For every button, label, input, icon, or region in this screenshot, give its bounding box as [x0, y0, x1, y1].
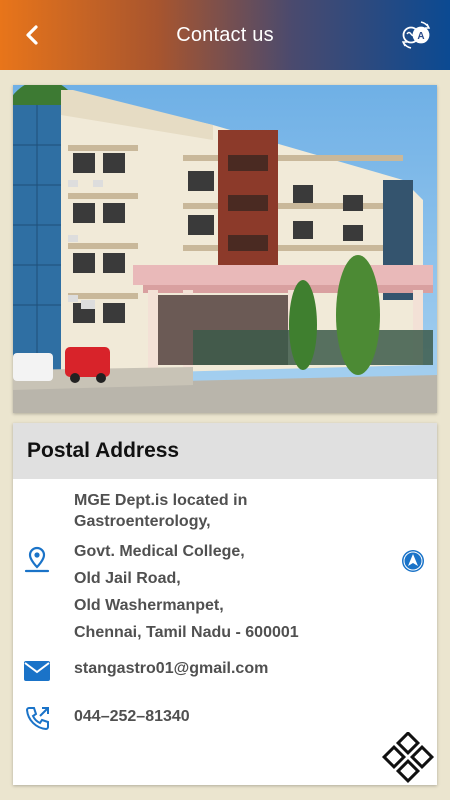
navigation-arrow-icon — [402, 550, 424, 572]
page-title: Contact us — [176, 23, 274, 46]
chevron-left-icon — [26, 25, 38, 45]
language-translate-icon: A — [401, 21, 431, 49]
location-pin-icon — [23, 545, 51, 573]
email-row[interactable]: stangastro01@gmail.com — [13, 655, 437, 687]
app-bar: Contact us A — [0, 0, 450, 70]
diamond-grid-menu-icon — [381, 730, 435, 784]
phone-row[interactable]: 044–252–81340 — [13, 703, 437, 735]
phone-text: 044–252–81340 — [74, 708, 190, 725]
address-line: Gastroenterology, — [74, 513, 211, 530]
email-icon — [23, 657, 51, 685]
address-line: Govt. Medical College, — [74, 543, 245, 560]
back-button[interactable] — [18, 20, 48, 50]
building-photo — [13, 85, 437, 413]
translate-button[interactable]: A — [400, 19, 432, 51]
postal-address-card: Postal Address MGE Dept.is located in Ga… — [13, 423, 437, 785]
address-line: Old Washermanpet, — [74, 597, 224, 614]
address-row[interactable]: MGE Dept.is located in Gastroenterology,… — [13, 479, 437, 647]
address-line: MGE Dept.is located in — [74, 492, 248, 509]
address-line: Old Jail Road, — [74, 570, 181, 587]
postal-address-heading: Postal Address — [27, 439, 180, 462]
postal-address-header: Postal Address — [13, 423, 437, 479]
svg-text:A: A — [417, 31, 424, 42]
hospital-building-photo — [13, 85, 437, 413]
email-text: stangastro01@gmail.com — [74, 660, 269, 677]
navigate-button[interactable] — [401, 549, 425, 573]
phone-callback-icon — [23, 705, 51, 733]
address-text: MGE Dept.is located in Gastroenterology,… — [74, 490, 299, 646]
menu-fab[interactable] — [380, 730, 436, 788]
address-line: Chennai, Tamil Nadu - 600001 — [74, 624, 299, 641]
